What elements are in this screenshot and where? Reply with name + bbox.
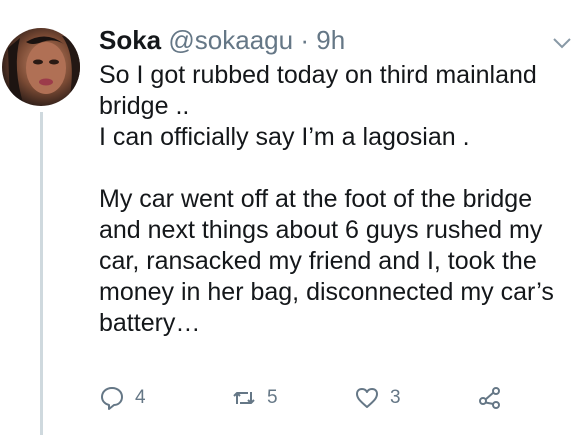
tweet-text: So I got rubbed today on third mainland … [99,60,569,339]
share-button[interactable] [477,382,513,414]
tweet-line: bridge .. [99,92,190,120]
timestamp[interactable]: 9h [316,25,345,55]
tweet-line: car, ransacked my friend and I, took the [99,247,537,275]
reply-button[interactable]: 4 [99,382,146,414]
tweet-line: and next things about 6 guys rushed my [99,216,543,244]
tweet-line: battery… [99,309,201,337]
author-name[interactable]: Soka [99,25,161,55]
separator-dot: · [300,25,309,55]
author-handle[interactable]: @sokaagu [168,25,293,55]
reply-count: 4 [135,387,146,408]
retweet-icon [233,392,255,404]
chevron-down-icon[interactable] [552,36,572,50]
tweet-line: I can officially say I’m a lagosian . [99,123,470,151]
tweet-line: My car went off at the foot of the bridg… [99,185,533,213]
share-icon [479,387,500,409]
avatar-photo [8,36,80,106]
reply-icon [101,387,123,410]
heart-icon [356,388,378,408]
like-count: 3 [390,387,401,408]
tweet-actions: 4 5 3 [99,382,559,414]
thread-line [40,112,43,435]
tweet-header: Soka @sokaagu · 9h [99,24,345,56]
tweet-line: money in her bag, disconnected my car’s [99,278,554,306]
like-button[interactable]: 3 [354,382,401,414]
retweet-count: 5 [267,387,278,408]
tweet-line: So I got rubbed today on third mainland [99,61,537,89]
avatar[interactable] [2,28,80,106]
retweet-button[interactable]: 5 [231,382,278,414]
